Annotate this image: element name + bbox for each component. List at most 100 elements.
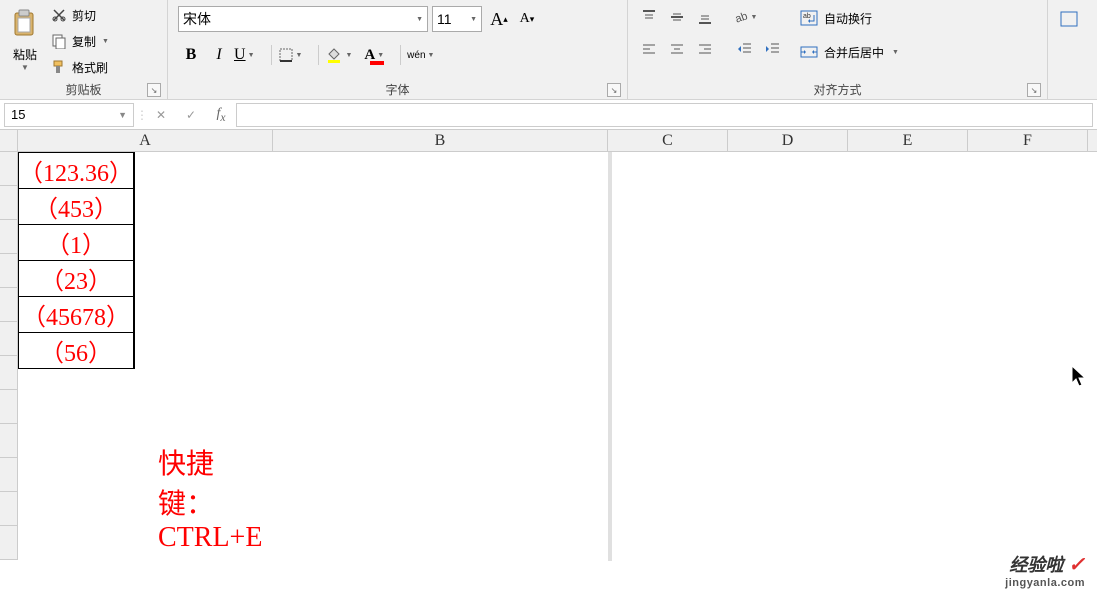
format-painter-button[interactable]: 格式刷 bbox=[48, 56, 111, 78]
paste-dropdown[interactable]: ▼ bbox=[21, 63, 29, 72]
formula-input[interactable] bbox=[236, 103, 1093, 127]
increase-font-button[interactable]: A▴ bbox=[486, 6, 512, 32]
svg-text:ab: ab bbox=[733, 10, 748, 25]
col-header-E[interactable]: E bbox=[848, 130, 968, 151]
align-right-icon bbox=[697, 41, 713, 57]
row-header[interactable] bbox=[0, 220, 18, 254]
col-header-C[interactable]: C bbox=[608, 130, 728, 151]
mouse-cursor-icon bbox=[1071, 365, 1087, 389]
group-label-alignment: 对齐方式 bbox=[813, 81, 861, 98]
cell[interactable]: （123.36） bbox=[19, 153, 134, 189]
column-headers: A B C D E F bbox=[0, 130, 1097, 152]
orientation-icon: ab bbox=[733, 9, 749, 25]
fx-button[interactable]: fx bbox=[206, 103, 236, 127]
bold-button[interactable]: B bbox=[178, 42, 204, 68]
format-painter-label: 格式刷 bbox=[72, 59, 108, 76]
row-header[interactable] bbox=[0, 526, 18, 560]
phonetic-button[interactable]: wén ▼ bbox=[407, 42, 444, 68]
cell[interactable]: （453） bbox=[19, 189, 134, 225]
clipboard-launcher[interactable]: ↘ bbox=[147, 83, 161, 97]
row-header[interactable] bbox=[0, 254, 18, 288]
font-size-value: 11 bbox=[437, 11, 452, 27]
partial-button[interactable] bbox=[1056, 6, 1082, 32]
row-header[interactable] bbox=[0, 186, 18, 220]
name-box-dropdown-icon[interactable]: ▼ bbox=[118, 110, 127, 120]
cell[interactable] bbox=[134, 333, 135, 369]
row-header[interactable] bbox=[0, 356, 18, 390]
wrap-text-icon: ab bbox=[800, 9, 818, 27]
scissors-icon bbox=[50, 7, 68, 23]
row-header[interactable] bbox=[0, 288, 18, 322]
align-top-button[interactable] bbox=[636, 4, 662, 30]
align-bottom-button[interactable] bbox=[692, 4, 718, 30]
wrap-text-button[interactable]: ab 自动换行 bbox=[796, 4, 903, 32]
paste-label: 粘贴 bbox=[13, 46, 37, 63]
copy-label: 复制 bbox=[72, 33, 96, 50]
merge-center-icon bbox=[800, 43, 818, 61]
group-font: 宋体 ▼ 11 ▼ A▴ A▾ B I U▼ ▼ bbox=[168, 0, 628, 99]
merge-dropdown-icon[interactable]: ▼ bbox=[892, 49, 899, 56]
row-header[interactable] bbox=[0, 390, 18, 424]
col-header-A[interactable]: A bbox=[18, 130, 273, 151]
cut-label: 剪切 bbox=[72, 7, 96, 24]
font-size-select[interactable]: 11 ▼ bbox=[432, 6, 482, 32]
row-header[interactable] bbox=[0, 322, 18, 356]
italic-button[interactable]: I bbox=[206, 42, 232, 68]
group-label-font: 字体 bbox=[385, 81, 409, 98]
align-top-icon bbox=[641, 9, 657, 25]
cancel-formula-button[interactable]: ✕ bbox=[146, 103, 176, 127]
copy-dropdown-icon[interactable]: ▼ bbox=[102, 38, 109, 45]
align-center-button[interactable] bbox=[664, 36, 690, 62]
paste-button[interactable] bbox=[8, 4, 42, 44]
cell[interactable]: （56） bbox=[19, 333, 134, 369]
underline-button[interactable]: U▼ bbox=[234, 42, 265, 68]
decrease-font-button[interactable]: A▾ bbox=[514, 6, 540, 32]
align-left-button[interactable] bbox=[636, 36, 662, 62]
copy-button[interactable]: 复制 ▼ bbox=[48, 30, 111, 52]
align-right-button[interactable] bbox=[692, 36, 718, 62]
merge-center-button[interactable]: 合并后居中 ▼ bbox=[796, 38, 903, 66]
name-box[interactable]: 15 ▼ bbox=[4, 103, 134, 127]
spreadsheet-grid: A B C D E F bbox=[0, 130, 1097, 560]
checkmark-icon: ✓ bbox=[1068, 554, 1085, 576]
fill-bucket-icon bbox=[325, 46, 343, 64]
increase-indent-button[interactable] bbox=[760, 36, 786, 62]
table-row: （23） bbox=[19, 261, 135, 297]
border-icon bbox=[278, 47, 294, 63]
cell[interactable] bbox=[134, 225, 135, 261]
cell[interactable]: （23） bbox=[19, 261, 134, 297]
font-color-button[interactable]: A ▼ bbox=[364, 42, 394, 68]
accept-formula-button[interactable]: ✓ bbox=[176, 103, 206, 127]
row-header[interactable] bbox=[0, 458, 18, 492]
row-header[interactable] bbox=[0, 492, 18, 526]
decrease-indent-button[interactable] bbox=[732, 36, 758, 62]
table-row: （56） bbox=[19, 333, 135, 369]
font-launcher[interactable]: ↘ bbox=[607, 83, 621, 97]
fill-color-button[interactable]: ▼ bbox=[325, 42, 362, 68]
formula-bar: 15 ▼ ⋮ ✕ ✓ fx bbox=[0, 100, 1097, 130]
align-middle-button[interactable] bbox=[664, 4, 690, 30]
cell[interactable] bbox=[134, 153, 135, 189]
row-header[interactable] bbox=[0, 424, 18, 458]
name-box-value: 15 bbox=[11, 107, 25, 122]
partial-icon bbox=[1059, 9, 1079, 29]
col-header-F[interactable]: F bbox=[968, 130, 1088, 151]
row-headers bbox=[0, 152, 18, 560]
orientation-button[interactable]: ab▼ bbox=[732, 4, 758, 30]
border-button[interactable]: ▼ bbox=[278, 42, 313, 68]
col-header-B[interactable]: B bbox=[273, 130, 608, 151]
font-name-select[interactable]: 宋体 ▼ bbox=[178, 6, 428, 32]
cell[interactable]: （45678） bbox=[19, 297, 134, 333]
cell[interactable] bbox=[134, 189, 135, 225]
merge-center-label: 合并后居中 bbox=[824, 44, 884, 61]
cell[interactable] bbox=[134, 297, 135, 333]
select-all-corner[interactable] bbox=[0, 130, 18, 151]
cell[interactable] bbox=[134, 261, 135, 297]
check-icon: ✓ bbox=[186, 108, 196, 122]
cell[interactable]: （1） bbox=[19, 225, 134, 261]
annotation-text: 快捷键：CTRL+E bbox=[158, 442, 262, 554]
cut-button[interactable]: 剪切 bbox=[48, 4, 111, 26]
alignment-launcher[interactable]: ↘ bbox=[1027, 83, 1041, 97]
col-header-D[interactable]: D bbox=[728, 130, 848, 151]
row-header[interactable] bbox=[0, 152, 18, 186]
